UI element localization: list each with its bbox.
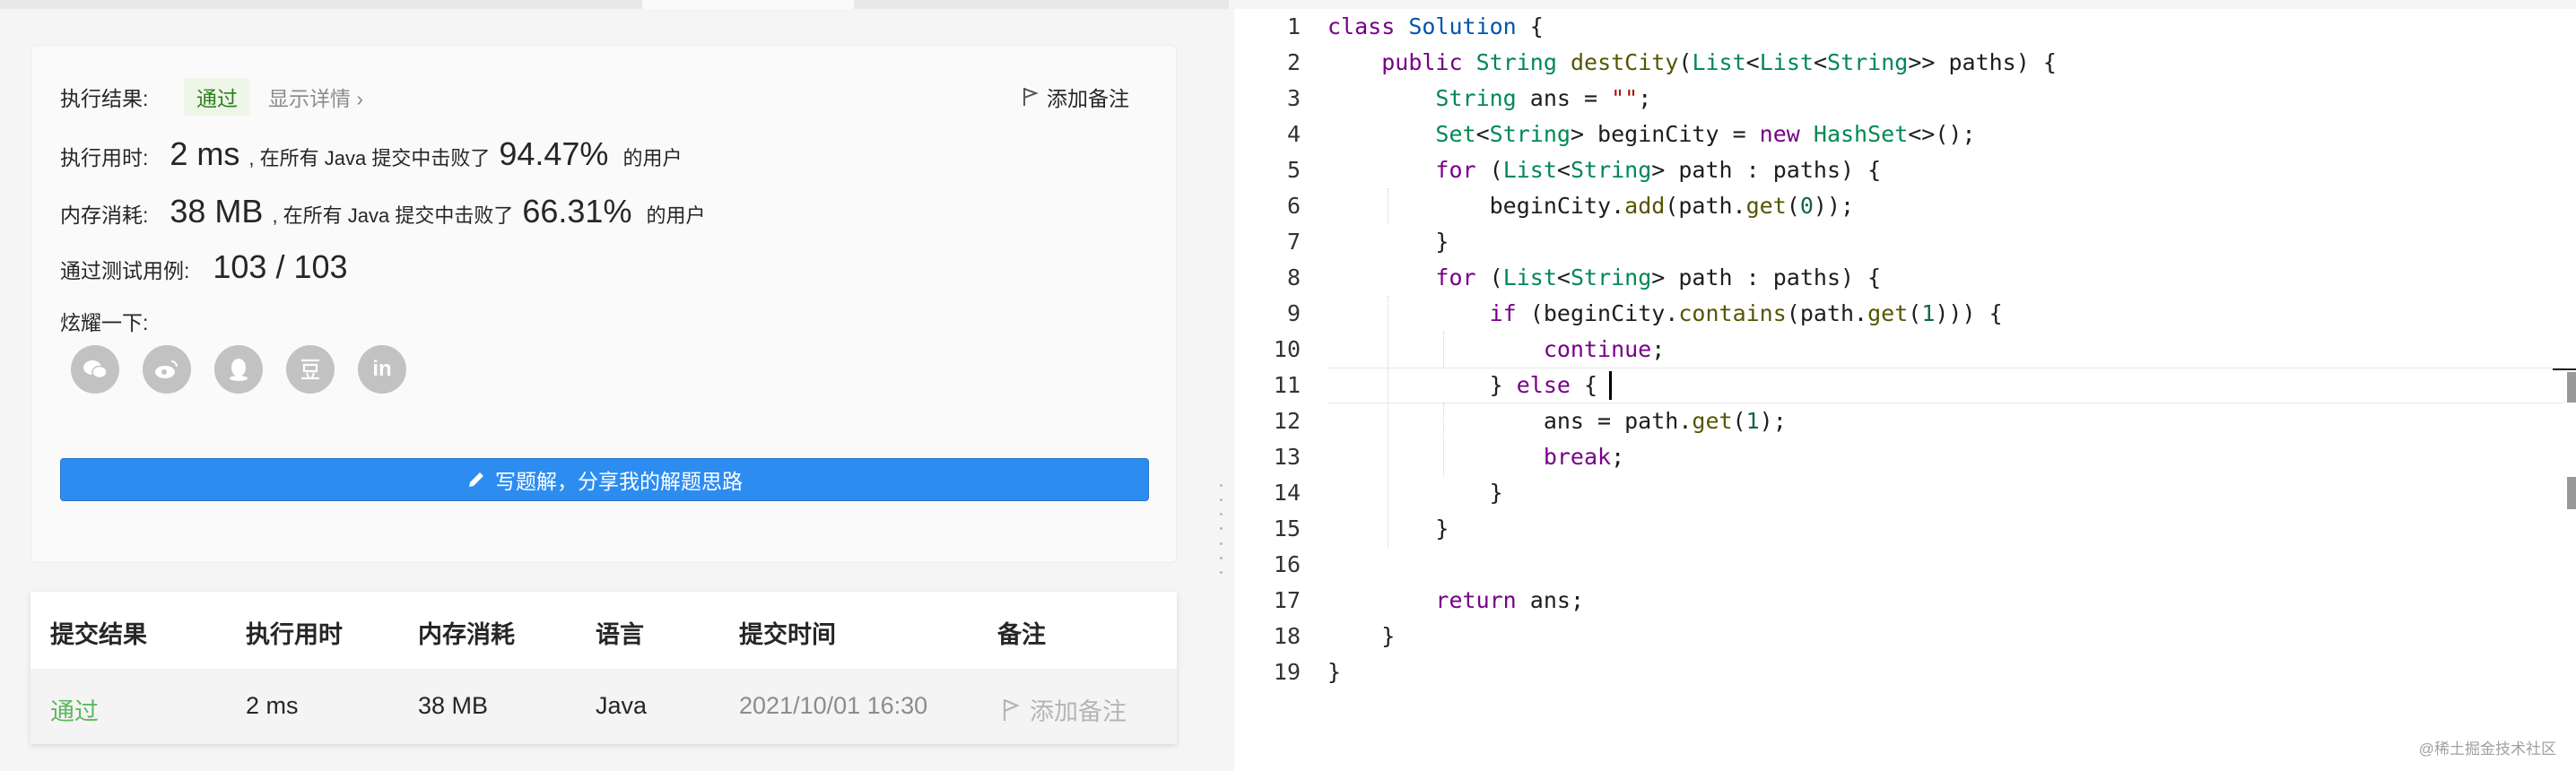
row-memory: 38 MB (418, 692, 489, 719)
line-number: 5 (1286, 157, 1301, 183)
code-line: public String destCity(List<List<String>… (1381, 49, 2057, 75)
add-note-label: 添加备注 (1047, 87, 1129, 110)
memory-value: 38 MB (170, 193, 264, 230)
header-memory: 内存消耗 (418, 621, 515, 648)
header-result: 提交结果 (50, 621, 147, 648)
status-badge: 通过 (184, 78, 250, 116)
header-runtime: 执行用时 (246, 621, 343, 648)
runtime-suffix: 的用户 (622, 147, 683, 169)
code-line: class Solution { (1327, 13, 1544, 39)
tab-strip (0, 0, 1229, 9)
code-line: return ans; (1435, 587, 1584, 613)
runtime-value: 2 ms (170, 135, 240, 172)
pane-splitter[interactable] (1216, 484, 1225, 574)
line-number: 10 (1273, 336, 1301, 362)
memory-label: 内存消耗: (60, 204, 149, 227)
code-editor[interactable]: 1 2 3 4 5 6 7 8 9 10 11 12 13 14 15 16 1… (1234, 9, 2576, 771)
line-number: 16 (1273, 551, 1301, 577)
line-number: 8 (1286, 264, 1301, 290)
runtime-label: 执行用时: (60, 146, 149, 169)
line-number: 1 (1286, 13, 1301, 39)
code-line: for (List<String> path : paths) { (1435, 157, 1882, 183)
line-number: 6 (1286, 193, 1301, 219)
code-line: for (List<String> path : paths) { (1435, 264, 1882, 290)
code-line: } (1327, 229, 1449, 255)
line-number: 13 (1273, 444, 1301, 470)
code-line: break; (1543, 444, 1625, 470)
flag-icon (1003, 698, 1020, 721)
tab-strip-segment[interactable] (0, 0, 642, 9)
show-details-link[interactable]: 显示详情 › (268, 82, 363, 112)
watermark: @稀土掘金技术社区 (2418, 741, 2556, 758)
line-number: 14 (1273, 480, 1301, 506)
code-line: } (1327, 515, 1449, 541)
row-time: 2021/10/01 16:30 (739, 692, 928, 719)
row-runtime: 2 ms (246, 692, 299, 719)
line-number: 17 (1273, 587, 1301, 613)
memory-text: , 在所有 Java 提交中击败了 (272, 204, 514, 227)
wechat-icon[interactable] (71, 345, 119, 394)
line-number: 19 (1273, 659, 1301, 685)
scrollbar-thumb[interactable] (2567, 477, 2576, 509)
status-label: 执行结果: (60, 87, 149, 110)
code-line: } (1327, 659, 1342, 685)
runtime-percent: 94.47% (499, 135, 609, 172)
flag-icon (1023, 88, 1039, 106)
row-result[interactable]: 通过 (50, 692, 99, 727)
header-note: 备注 (997, 621, 1046, 648)
line-number-current: 11 (1273, 372, 1301, 398)
linkedin-icon[interactable]: in (358, 345, 406, 394)
memory-percent: 66.31% (522, 193, 632, 230)
runtime-text: , 在所有 Java 提交中击败了 (248, 147, 491, 169)
code-line: Set<String> beginCity = new HashSet<>(); (1435, 121, 1976, 147)
douban-icon[interactable] (286, 345, 335, 394)
qq-icon[interactable] (214, 345, 263, 394)
code-line: continue; (1543, 336, 1666, 362)
line-number: 18 (1273, 623, 1301, 649)
code-line: } (1327, 623, 1396, 649)
line-number: 9 (1286, 300, 1301, 326)
tests-value: 103 / 103 (213, 248, 348, 285)
write-solution-label: 写题解，分享我的解题思路 (495, 470, 743, 493)
code-line: String ans = ""; (1435, 85, 1652, 111)
weibo-icon[interactable] (143, 345, 191, 394)
submissions-table: 提交结果 执行用时 内存消耗 语言 提交时间 备注 通过 2 ms 38 MB … (30, 592, 1177, 744)
add-note-button[interactable]: 添加备注 (1022, 82, 1129, 112)
code-line-current: } else { (1327, 372, 1598, 398)
tab-strip-segment-active[interactable] (642, 0, 854, 9)
line-number: 2 (1286, 49, 1301, 75)
table-header: 提交结果 执行用时 内存消耗 语言 提交时间 备注 (30, 592, 1177, 669)
memory-row: 内存消耗: 38 MB , 在所有 Java 提交中击败了 66.31% 的用户 (60, 193, 705, 230)
code-line: if (beginCity.contains(path.get(1))) { (1489, 300, 2003, 326)
row-add-note-button[interactable]: 添加备注 (1001, 692, 1127, 727)
social-share-icons: in (71, 345, 406, 394)
scrollbar-marker (2553, 368, 2576, 370)
row-language: Java (596, 692, 648, 719)
line-number: 12 (1273, 408, 1301, 434)
pencil-icon (469, 472, 483, 487)
runtime-row: 执行用时: 2 ms , 在所有 Java 提交中击败了 94.47% 的用户 (60, 135, 682, 173)
tests-row: 通过测试用例: 103 / 103 (60, 248, 357, 286)
line-number: 7 (1286, 229, 1301, 255)
write-solution-button[interactable]: 写题解，分享我的解题思路 (60, 458, 1149, 501)
code-line: ans = path.get(1); (1327, 408, 1787, 434)
submission-result-card: 执行结果: 通过 显示详情 › 添加备注 执行用时: 2 ms , 在所有 Ja… (30, 45, 1177, 563)
line-number: 3 (1286, 85, 1301, 111)
memory-suffix: 的用户 (646, 204, 706, 227)
code-line: } (1327, 480, 1503, 506)
code-line: beginCity.add(path.get(0)); (1327, 193, 1855, 219)
tests-label: 通过测试用例: (60, 259, 190, 282)
header-time: 提交时间 (739, 621, 836, 648)
line-number: 4 (1286, 121, 1301, 147)
table-row[interactable]: 通过 2 ms 38 MB Java 2021/10/01 16:30 添加备注 (30, 669, 1177, 744)
line-number: 15 (1273, 515, 1301, 541)
share-label: 炫耀一下: (60, 311, 149, 334)
header-language: 语言 (596, 621, 644, 648)
tab-strip-segment[interactable] (854, 0, 1229, 9)
text-cursor (1609, 371, 1612, 400)
scrollbar-marker[interactable] (2567, 372, 2576, 403)
row-note-label: 添加备注 (1030, 698, 1127, 725)
